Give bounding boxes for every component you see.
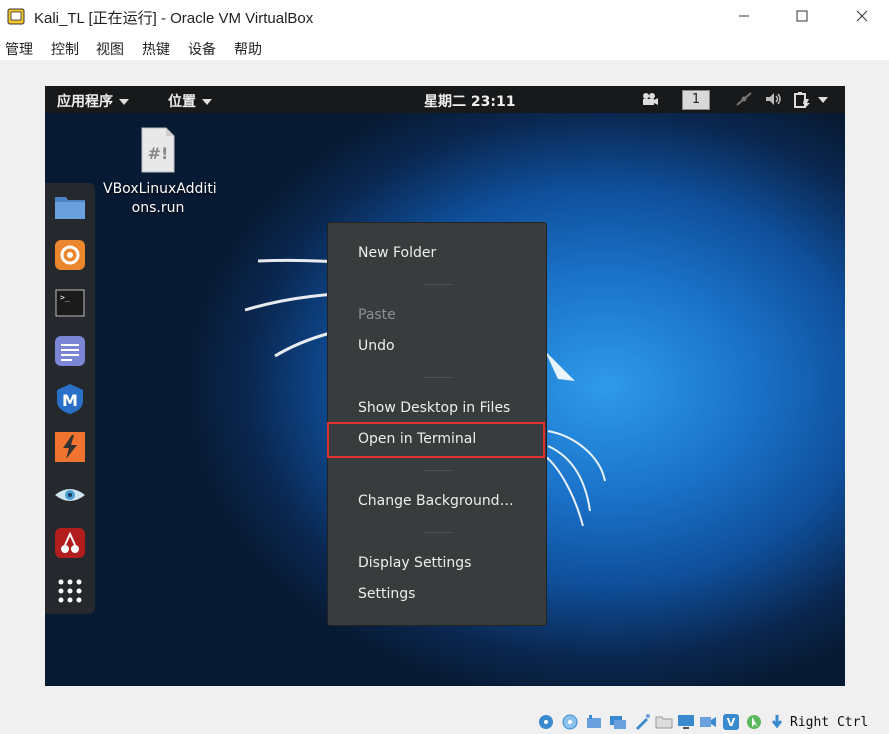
script-file-icon: #! bbox=[141, 127, 175, 173]
menu-separator bbox=[423, 377, 453, 378]
menu-change-background[interactable]: Change Background… bbox=[358, 493, 514, 509]
workspace-indicator[interactable]: 1 bbox=[682, 90, 710, 110]
menu-manage[interactable]: 管理 bbox=[5, 39, 33, 59]
optical-drive-icon[interactable] bbox=[561, 713, 579, 731]
volume-icon[interactable] bbox=[765, 92, 783, 106]
menu-settings[interactable]: Settings bbox=[358, 586, 415, 602]
places-menu[interactable]: 位置 bbox=[168, 91, 212, 111]
video-camera-icon[interactable] bbox=[641, 92, 659, 106]
menu-open-in-terminal[interactable]: Open in Terminal bbox=[358, 431, 476, 447]
desktop-context-menu: New Folder Paste Undo Show Desktop in Fi… bbox=[327, 222, 547, 626]
metasploit-icon[interactable]: M bbox=[54, 383, 86, 415]
menu-help[interactable]: 帮助 bbox=[234, 39, 262, 59]
files-icon[interactable] bbox=[54, 191, 86, 223]
cherry-icon[interactable] bbox=[54, 527, 86, 559]
menu-show-desktop-in-files[interactable]: Show Desktop in Files bbox=[358, 400, 510, 416]
maximize-button[interactable] bbox=[779, 0, 825, 32]
desktop-file-label-line2: ons.run bbox=[131, 200, 185, 216]
eye-icon[interactable] bbox=[54, 479, 86, 511]
menubar: 管理 控制 视图 热键 设备 帮助 bbox=[0, 32, 889, 60]
virtualbox-icon bbox=[7, 8, 25, 25]
clock[interactable]: 星期二 23:11 bbox=[424, 91, 515, 111]
menu-paste: Paste bbox=[358, 307, 396, 323]
display-icon[interactable] bbox=[677, 713, 695, 731]
chevron-down-icon bbox=[119, 99, 129, 105]
menu-control[interactable]: 控制 bbox=[51, 39, 79, 59]
menu-separator bbox=[423, 284, 453, 285]
applications-menu[interactable]: 应用程序 bbox=[57, 91, 129, 111]
keyboard-capture-icon[interactable] bbox=[768, 713, 786, 731]
menu-undo[interactable]: Undo bbox=[358, 338, 395, 354]
maximize-icon bbox=[796, 10, 808, 22]
svg-text:>_: >_ bbox=[60, 293, 70, 302]
power-icon[interactable] bbox=[793, 91, 811, 108]
window-titlebar: Kali_TL [正在运行] - Oracle VM VirtualBox bbox=[0, 0, 889, 32]
audio-icon[interactable] bbox=[585, 713, 603, 731]
menu-hotkeys[interactable]: 热键 bbox=[142, 39, 170, 59]
desktop-file-label: VBoxLinuxAdditi ons.run bbox=[103, 180, 217, 218]
virtualization-icon[interactable]: V bbox=[722, 713, 740, 731]
shared-folder-icon[interactable] bbox=[655, 713, 673, 731]
recording-icon[interactable] bbox=[699, 713, 717, 731]
firefox-icon[interactable] bbox=[54, 239, 86, 271]
network-disabled-icon[interactable] bbox=[735, 91, 753, 107]
minimize-icon bbox=[739, 15, 749, 17]
menu-display-settings[interactable]: Display Settings bbox=[358, 555, 471, 571]
terminal-icon[interactable]: >_ bbox=[54, 287, 86, 319]
close-button[interactable] bbox=[839, 0, 885, 32]
menu-new-folder[interactable]: New Folder bbox=[358, 245, 436, 261]
window-title: Kali_TL [正在运行] - Oracle VM VirtualBox bbox=[34, 10, 314, 27]
svg-text:M: M bbox=[62, 391, 78, 410]
menu-devices[interactable]: 设备 bbox=[188, 39, 216, 59]
usb-icon[interactable] bbox=[633, 713, 651, 731]
chevron-down-icon bbox=[202, 99, 212, 105]
app-grid-icon[interactable] bbox=[54, 575, 86, 607]
chevron-down-icon[interactable] bbox=[818, 97, 828, 103]
file-glyph: #! bbox=[148, 144, 169, 163]
close-icon bbox=[856, 10, 868, 22]
desktop-file-vboxlinuxadditions[interactable]: #! VBoxLinuxAdditi ons.run bbox=[103, 126, 217, 218]
host-key-label: Right Ctrl bbox=[790, 715, 869, 730]
desktop-file-label-line1: VBoxLinuxAdditi bbox=[103, 181, 217, 197]
mouse-integration-icon[interactable] bbox=[745, 713, 763, 731]
dock: >_ M bbox=[45, 183, 95, 614]
menu-separator bbox=[423, 532, 453, 533]
burpsuite-icon[interactable] bbox=[54, 431, 86, 463]
menu-separator bbox=[423, 470, 453, 471]
network-icon[interactable] bbox=[609, 713, 627, 731]
hard-disk-icon[interactable] bbox=[537, 713, 555, 731]
svg-text:V: V bbox=[727, 716, 736, 729]
vbox-statusbar: V Right Ctrl bbox=[0, 706, 889, 734]
vm-screen[interactable]: 应用程序 位置 星期二 23:11 1 #! VBoxLinuxAdditi o… bbox=[45, 86, 845, 686]
minimize-button[interactable] bbox=[721, 0, 767, 32]
gnome-topbar: 应用程序 位置 星期二 23:11 1 bbox=[45, 86, 845, 113]
menu-view[interactable]: 视图 bbox=[96, 39, 124, 59]
text-editor-icon[interactable] bbox=[54, 335, 86, 367]
